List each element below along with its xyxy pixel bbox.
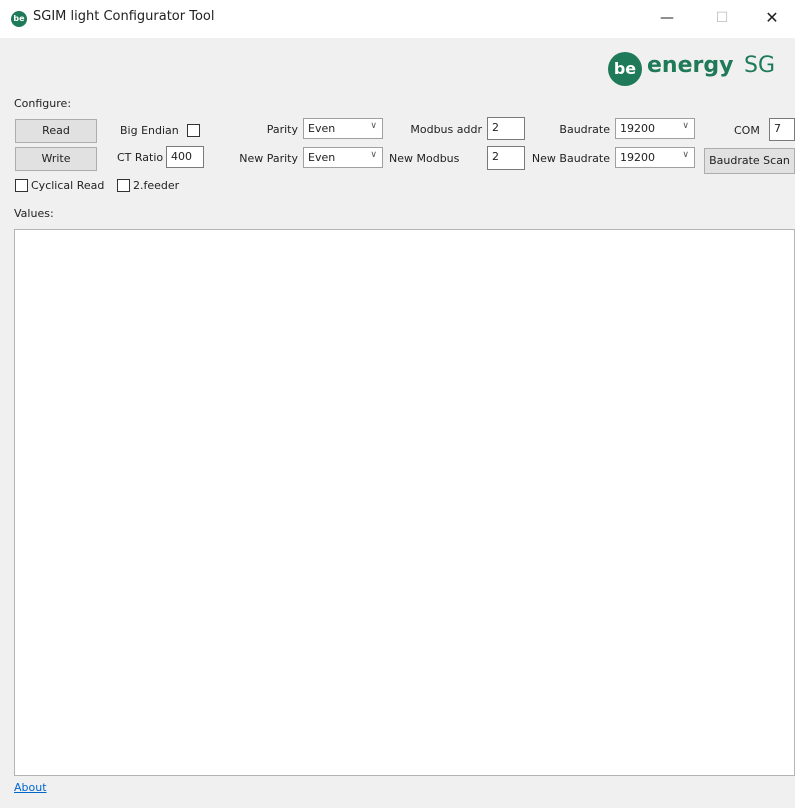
ct-ratio-label: CT Ratio [117, 151, 164, 164]
values-textarea[interactable] [14, 229, 795, 776]
parity-label: Parity [266, 123, 298, 136]
com-label: COM [734, 124, 760, 137]
parity-value: Even [308, 122, 336, 135]
big-endian-checkbox[interactable] [187, 124, 200, 137]
logo-badge: be [608, 52, 642, 86]
window-title: SGIM light Configurator Tool [33, 9, 215, 24]
feeder-label: 2.feeder [133, 179, 180, 192]
app-icon: be [11, 11, 27, 27]
baudrate-scan-button[interactable]: Baudrate Scan [704, 148, 795, 174]
new-baudrate-select[interactable]: 19200 ∨ [615, 147, 695, 168]
new-parity-value: Even [308, 151, 336, 164]
modbus-addr-input[interactable]: 2 [487, 117, 525, 140]
logo-word: energy [647, 53, 734, 78]
ct-ratio-input[interactable]: 400 [166, 146, 204, 168]
chevron-down-icon: ∨ [682, 121, 689, 131]
cyclical-read-checkbox[interactable] [15, 179, 28, 192]
new-modbus-label: New Modbus [389, 152, 460, 165]
logo-suffix: SG [744, 53, 776, 78]
configure-label: Configure: [14, 97, 72, 110]
modbus-addr-label: Modbus addr [410, 123, 482, 136]
baudrate-select[interactable]: 19200 ∨ [615, 118, 695, 139]
new-baudrate-label: New Baudrate [531, 152, 610, 165]
new-baudrate-value: 19200 [620, 151, 655, 164]
big-endian-label: Big Endian [120, 124, 179, 137]
close-button[interactable]: ✕ [750, 6, 794, 30]
cyclical-read-label: Cyclical Read [31, 179, 105, 192]
write-button[interactable]: Write [15, 147, 97, 171]
values-label: Values: [14, 207, 54, 220]
baudrate-label: Baudrate [559, 123, 610, 136]
parity-select[interactable]: Even ∨ [303, 118, 383, 139]
read-button[interactable]: Read [15, 119, 97, 143]
chevron-down-icon: ∨ [370, 121, 377, 131]
baudrate-value: 19200 [620, 122, 655, 135]
new-parity-label: New Parity [239, 152, 298, 165]
chevron-down-icon: ∨ [682, 150, 689, 160]
chevron-down-icon: ∨ [370, 150, 377, 160]
new-parity-select[interactable]: Even ∨ [303, 147, 383, 168]
maximize-button[interactable]: ☐ [700, 6, 744, 30]
feeder-checkbox[interactable] [117, 179, 130, 192]
about-link[interactable]: About [14, 781, 47, 794]
minimize-button[interactable]: — [645, 6, 689, 30]
new-modbus-input[interactable]: 2 [487, 146, 525, 170]
com-input[interactable]: 7 [769, 118, 795, 141]
